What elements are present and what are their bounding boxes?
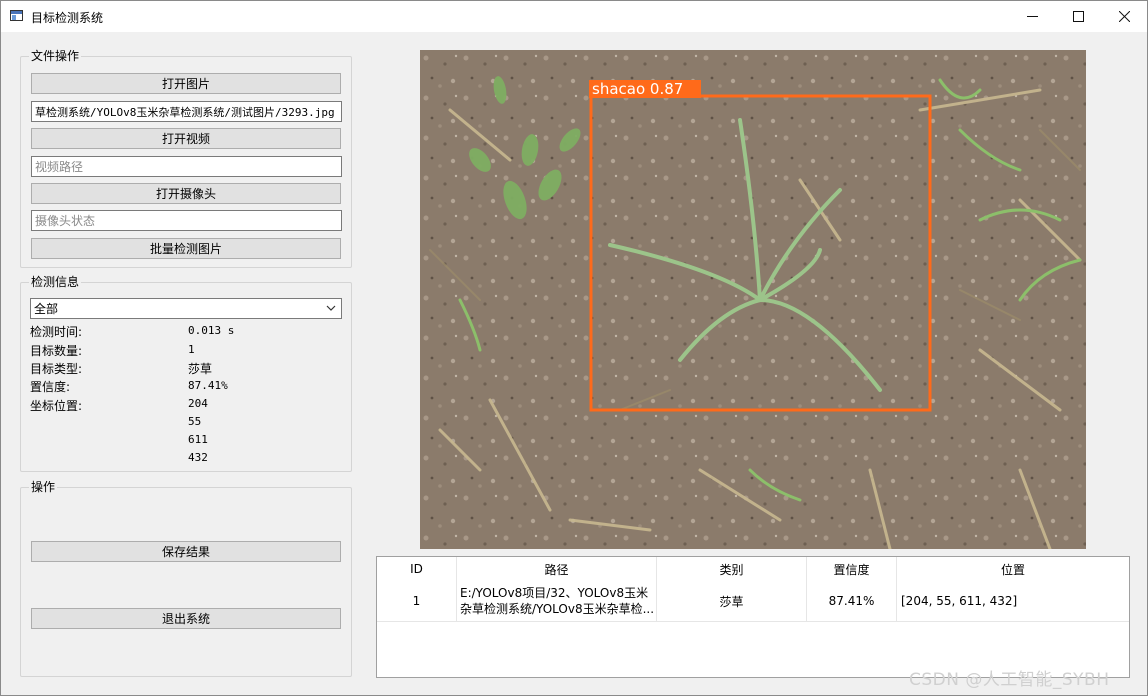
position-xmin: 204 <box>188 397 208 410</box>
detect-info-title: 检测信息 <box>29 275 82 289</box>
title-bar: 目标检测系统 <box>1 1 1147 32</box>
video-path-field[interactable]: 视频路径 <box>31 156 342 177</box>
close-icon <box>1118 11 1130 22</box>
results-table[interactable]: ID 路径 类别 置信度 位置 1 E:/YOLOv8项目/32、YOLOv8玉… <box>376 556 1130 678</box>
actions-group: 操作 <box>20 480 352 677</box>
maximize-icon <box>1072 11 1084 22</box>
detection-label-text: shacao 0.87 <box>592 80 683 98</box>
header-id[interactable]: ID <box>377 557 457 581</box>
maximize-button[interactable] <box>1055 1 1101 32</box>
row-1-category[interactable]: 莎草 <box>657 581 807 622</box>
position-xmax: 611 <box>188 433 208 446</box>
position-label: 坐标位置: <box>30 399 83 413</box>
position-ymin: 55 <box>188 415 202 428</box>
row-1-path-line2: 杂草检测系统/YOLOv8玉米杂草检... <box>460 602 655 616</box>
watermark: CSDN @人工智能_SYBH <box>909 670 1110 690</box>
position-ymax: 432 <box>188 451 208 464</box>
app-window: 目标检测系统 文件操作 打开图片 草检测系统/YOLOv8玉米杂草检测系统/测试… <box>0 0 1148 696</box>
save-results-button[interactable]: 保存结果 <box>31 541 341 562</box>
detection-image: shacao 0.87 <box>420 50 1086 549</box>
open-camera-button[interactable]: 打开摄像头 <box>31 183 341 204</box>
header-position[interactable]: 位置 <box>897 557 1129 581</box>
camera-status-field[interactable]: 摄像头状态 <box>31 210 342 231</box>
header-category[interactable]: 类别 <box>657 557 807 581</box>
target-filter-value: 全部 <box>34 302 59 316</box>
count-value: 1 <box>188 343 195 356</box>
camera-status-placeholder: 摄像头状态 <box>35 214 96 228</box>
confidence-label: 置信度: <box>30 380 71 394</box>
file-ops-title: 文件操作 <box>29 49 82 63</box>
count-label: 目标数量: <box>30 344 83 358</box>
chevron-down-icon <box>326 305 336 311</box>
target-filter-select[interactable]: 全部 <box>30 298 342 319</box>
row-1-path[interactable]: E:/YOLOv8项目/32、YOLOv8玉米 杂草检测系统/YOLOv8玉米杂… <box>457 581 657 622</box>
minimize-button[interactable] <box>1009 1 1055 32</box>
time-label: 检测时间: <box>30 325 83 339</box>
type-value: 莎草 <box>188 362 213 376</box>
header-path[interactable]: 路径 <box>457 557 657 581</box>
row-1-confidence[interactable]: 87.41% <box>807 581 897 622</box>
video-path-placeholder: 视频路径 <box>35 160 84 174</box>
row-1-id[interactable]: 1 <box>377 581 457 622</box>
app-icon <box>10 10 23 21</box>
exit-system-button[interactable]: 退出系统 <box>31 608 341 629</box>
type-label: 目标类型: <box>30 362 83 376</box>
detection-photo: shacao 0.87 <box>420 50 1086 549</box>
open-video-button[interactable]: 打开视频 <box>31 128 341 149</box>
header-confidence[interactable]: 置信度 <box>807 557 897 581</box>
batch-detect-button[interactable]: 批量检测图片 <box>31 238 341 259</box>
row-1-position[interactable]: [204, 55, 611, 432] <box>897 581 1129 622</box>
close-button[interactable] <box>1101 1 1147 32</box>
window-title: 目标检测系统 <box>31 11 104 25</box>
actions-title: 操作 <box>29 480 58 494</box>
confidence-value: 87.41% <box>188 379 228 392</box>
image-path-field[interactable]: 草检测系统/YOLOv8玉米杂草检测系统/测试图片/3293.jpg <box>31 101 342 122</box>
minimize-icon <box>1026 16 1038 17</box>
time-value: 0.013 s <box>188 324 235 337</box>
row-1-path-line1: E:/YOLOv8项目/32、YOLOv8玉米 <box>460 586 649 600</box>
open-image-button[interactable]: 打开图片 <box>31 73 341 94</box>
